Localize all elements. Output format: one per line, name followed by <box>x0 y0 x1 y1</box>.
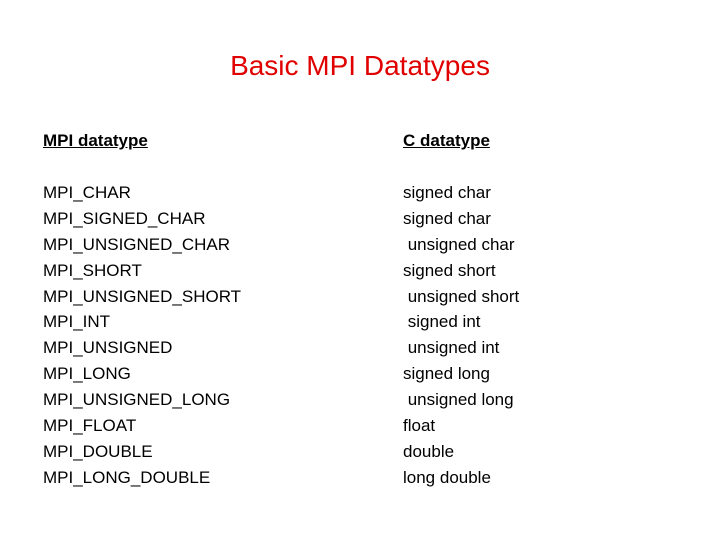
mpi-datatype-item: MPI_UNSIGNED_LONG <box>43 390 231 410</box>
c-datatype-item: signed short <box>403 260 496 280</box>
mpi-datatype-item: MPI_UNSIGNED <box>43 338 173 358</box>
c-datatype-item: signed char <box>403 183 491 202</box>
mpi-datatype-list: MPI_CHAR MPI_SIGNED_CHAR MPI_UNSIGNED_CH… <box>43 180 241 491</box>
mpi-datatype-item: MPI_SIGNED_CHAR <box>43 208 206 228</box>
mpi-datatype-header: MPI datatype <box>43 131 148 150</box>
mpi-datatype-item: MPI_CHAR <box>43 183 131 202</box>
mpi-datatype-item: MPI_UNSIGNED_SHORT <box>43 286 242 306</box>
c-datatype-item: signed int <box>403 312 481 332</box>
mpi-datatype-item: MPI_UNSIGNED_CHAR <box>43 234 231 254</box>
c-datatype-item: signed long <box>403 364 490 384</box>
mpi-datatype-item: MPI_SHORT <box>43 260 142 280</box>
c-datatype-item: unsigned short <box>403 286 520 306</box>
mpi-datatype-item: MPI_FLOAT <box>43 416 137 436</box>
mpi-datatype-item: MPI_LONG <box>43 364 131 384</box>
mpi-datatype-item: MPI_INT <box>43 312 111 332</box>
mpi-datatype-item: MPI_LONG_DOUBLE <box>43 467 211 487</box>
c-datatype-list: signed char signed char unsigned char si… <box>403 180 519 491</box>
c-datatype-header: C datatype <box>403 131 490 150</box>
slide-title: Basic MPI Datatypes <box>230 50 490 81</box>
c-datatype-item: double <box>403 441 455 461</box>
c-datatype-item: float <box>403 416 436 436</box>
mpi-datatype-item: MPI_DOUBLE <box>43 441 153 461</box>
c-datatype-item: unsigned char <box>403 234 515 254</box>
c-datatype-item: unsigned long <box>403 390 514 410</box>
c-datatype-item: unsigned int <box>403 338 500 358</box>
c-datatype-item: signed char <box>403 208 491 228</box>
c-datatype-item: long double <box>403 467 491 487</box>
